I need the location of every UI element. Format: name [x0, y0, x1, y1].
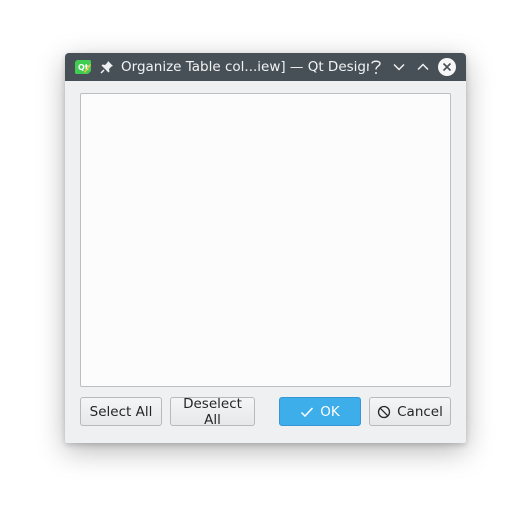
deselect-all-button[interactable]: Deselect All [170, 395, 255, 428]
maximize-button[interactable] [414, 58, 432, 76]
minimize-button[interactable] [390, 58, 408, 76]
help-icon [371, 60, 381, 74]
desktop-background: Qt Organize Table col...iew] — Qt Design… [0, 0, 531, 520]
select-all-button[interactable]: Select All [80, 397, 162, 426]
qt-designer-app-icon[interactable]: Qt [75, 59, 92, 75]
cancel-icon [377, 405, 391, 419]
checkmark-icon [300, 405, 314, 419]
window-titlebar[interactable]: Qt Organize Table col...iew] — Qt Design… [65, 53, 466, 81]
deselect-all-label: Deselect All [183, 395, 242, 428]
minimize-icon [393, 63, 405, 71]
close-icon [442, 62, 452, 72]
ok-label: OK [320, 403, 340, 420]
ok-button[interactable]: OK [279, 397, 361, 426]
pin-icon[interactable] [99, 59, 115, 75]
columns-list[interactable] [80, 93, 451, 387]
cancel-button[interactable]: Cancel [369, 397, 451, 426]
help-button[interactable] [367, 58, 385, 76]
select-all-label: Select All [89, 403, 153, 420]
organize-columns-dialog: Qt Organize Table col...iew] — Qt Design… [65, 53, 466, 443]
maximize-icon [417, 63, 429, 71]
window-title: Organize Table col...iew] — Qt Designer [121, 59, 369, 75]
close-button[interactable] [438, 58, 456, 76]
svg-text:Qt: Qt [78, 63, 89, 72]
cancel-label: Cancel [397, 403, 443, 420]
